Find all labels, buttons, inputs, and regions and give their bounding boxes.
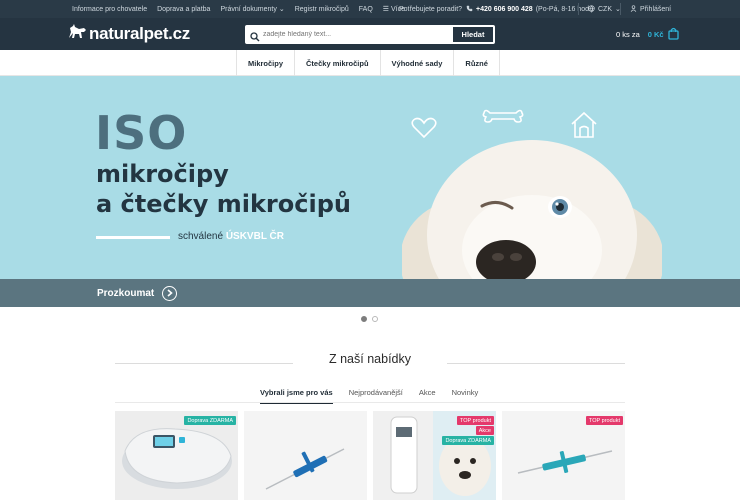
nav-item-misc[interactable]: Různé	[453, 50, 500, 76]
badge-top-product: TOP produkt	[586, 416, 623, 425]
product-image	[244, 411, 367, 500]
logo-text: naturalpet.cz	[89, 24, 190, 43]
product-card[interactable]: TOP produkt	[502, 411, 625, 500]
explore-label: Prozkoumat	[97, 287, 155, 299]
hero-big-text: ISO	[95, 106, 188, 160]
hero-tag-highlight: ÚSKVBL ČR	[225, 231, 284, 242]
product-card[interactable]: Doprava ZDARMA	[115, 411, 238, 500]
badge-sale: Akce	[475, 426, 494, 435]
user-icon	[630, 4, 637, 14]
nav-item-readers[interactable]: Čtečky mikročipů	[294, 50, 380, 76]
product-card[interactable]	[244, 411, 367, 500]
cart-count: 0 ks za	[616, 30, 640, 39]
search-icon	[250, 29, 260, 47]
section-divider-left	[115, 363, 293, 364]
search-button[interactable]: Hledat	[453, 27, 493, 42]
top-links: Informace pro chovatele Doprava a platba…	[72, 0, 405, 18]
carousel-dot-2[interactable]	[372, 316, 378, 322]
hero-tagline: schválené ÚSKVBL ČR	[178, 231, 284, 242]
chevron-down-icon: ⌄	[278, 6, 285, 13]
category-nav: Mikročipy Čtečky mikročipů Výhodné sady …	[0, 50, 740, 76]
site-logo[interactable]: naturalpet.cz	[67, 23, 190, 45]
badge-free-shipping: Doprava ZDARMA	[184, 416, 236, 425]
main-header: naturalpet.cz Hledat 0 ks za 0 Kč	[0, 18, 740, 50]
menu-icon: ☰	[382, 6, 390, 13]
section-title: Z naší nabídky	[329, 352, 411, 366]
top-link-legal-label: Právní dokumenty	[220, 6, 277, 13]
chevron-right-icon	[162, 285, 178, 301]
search-box: Hledat	[245, 25, 495, 44]
nav-item-microchips[interactable]: Mikročipy	[236, 50, 294, 76]
nav-item-bundles[interactable]: Výhodné sady	[379, 50, 454, 76]
phone-icon	[466, 5, 473, 14]
login-label: Přihlášení	[640, 5, 672, 13]
phone-hours: (Po-Pá, 8-16 hod.)	[535, 5, 594, 13]
hero-cta-bar: Prozkoumat	[0, 279, 740, 307]
top-link-breeders[interactable]: Informace pro chovatele	[72, 6, 147, 13]
badge-top-product: TOP produkt	[457, 416, 494, 425]
globe-icon	[588, 4, 595, 14]
cart-price: 0 Kč	[647, 30, 664, 39]
search-input[interactable]	[263, 28, 448, 41]
currency-selector[interactable]: CZK ⌄	[588, 0, 621, 18]
top-link-faq[interactable]: FAQ	[359, 6, 373, 13]
top-link-registry[interactable]: Registr mikročipů	[295, 6, 349, 13]
section-divider-right	[447, 363, 625, 364]
top-link-legal[interactable]: Právní dokumenty ⌄	[220, 5, 284, 13]
product-card[interactable]: TOP produkt Akce Doprava ZDARMA	[373, 411, 496, 500]
top-link-shipping[interactable]: Doprava a platba	[157, 6, 210, 13]
advice-label: Potřebujete poradit?	[399, 5, 463, 13]
hero-tag-prefix: schválené	[178, 231, 224, 242]
divider	[620, 3, 621, 15]
hero-line-2: a čtečky mikročipů	[96, 190, 351, 218]
hero-banner[interactable]: ISO mikročipy a čtečky mikročipů schvále…	[0, 76, 740, 279]
dog-image	[400, 110, 664, 279]
divider	[578, 3, 579, 15]
shopping-bag-icon	[667, 27, 679, 42]
category-menu: Mikročipy Čtečky mikročipů Výhodné sady …	[236, 50, 500, 76]
top-bar: Informace pro chovatele Doprava a platba…	[0, 0, 740, 18]
hero-line-1: mikročipy	[96, 160, 229, 188]
phone-number[interactable]: +420 606 900 428	[476, 6, 533, 13]
contact-info: Potřebujete poradit? +420 606 900 428 (P…	[399, 0, 593, 18]
hero-divider-line	[96, 236, 170, 239]
login-link[interactable]: Přihlášení	[630, 0, 671, 18]
explore-button[interactable]: Prozkoumat	[97, 285, 178, 301]
dog-logo-icon	[67, 23, 87, 46]
carousel-dots	[361, 316, 378, 322]
cart-summary[interactable]: 0 ks za 0 Kč	[616, 27, 679, 42]
badge-free-shipping: Doprava ZDARMA	[442, 436, 494, 445]
carousel-dot-1[interactable]	[361, 316, 367, 322]
tabs-underline	[115, 402, 625, 403]
currency-label: CZK	[598, 5, 612, 13]
